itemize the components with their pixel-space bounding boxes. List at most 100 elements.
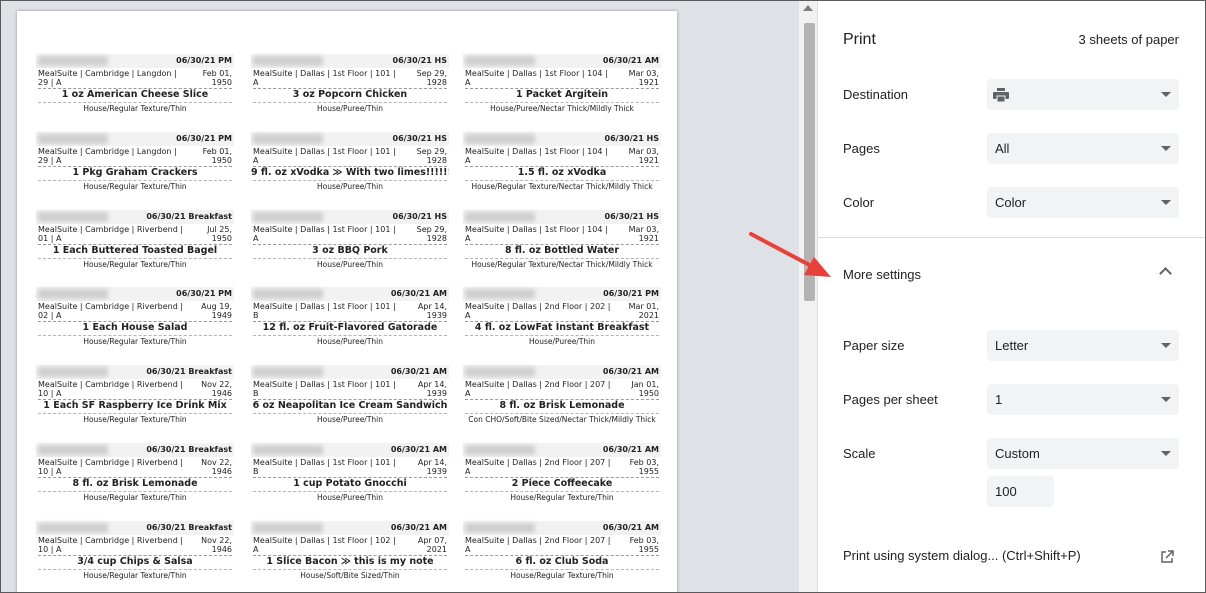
chevron-down-icon xyxy=(1161,451,1171,456)
label-location: MealSuite | Dallas | 1st Floor | 101 | A xyxy=(253,147,396,165)
label-divider xyxy=(253,569,447,570)
label-menu-item: 1 Slice Bacon ≫ this is my note xyxy=(266,556,434,567)
label-location: MealSuite | Dallas | 1st Floor | 101 | B xyxy=(253,380,396,398)
label-meal-time: 06/30/21 AM xyxy=(390,367,447,376)
meal-label-card: 06/30/21 AM MealSuite | Dallas | 1st Floo… xyxy=(251,287,449,353)
label-birthdate: Nov 22, 1946 xyxy=(201,380,232,398)
paper-size-select[interactable]: Letter xyxy=(987,330,1179,361)
color-select[interactable]: Color xyxy=(987,187,1179,218)
meal-label-card: 06/30/21 HS MealSuite | Dallas | 1st Floo… xyxy=(251,132,449,198)
print-system-dialog-link[interactable]: Print using system dialog... (Ctrl+Shift… xyxy=(843,548,1081,563)
label-location: MealSuite | Cambridge | Langdon | 29 | A xyxy=(38,147,177,165)
panel-title: Print xyxy=(843,31,876,48)
chevron-up-icon[interactable] xyxy=(1159,267,1172,280)
label-divider xyxy=(465,180,659,181)
label-meal-time: 06/30/21 HS xyxy=(604,134,659,143)
redacted-resident-name xyxy=(253,134,323,144)
label-meal-time: 06/30/21 HS xyxy=(604,212,659,221)
pages-select[interactable]: All xyxy=(987,133,1179,164)
paper-size-label: Paper size xyxy=(843,338,905,353)
label-menu-item: 3 oz BBQ Pork xyxy=(312,245,388,256)
more-settings-toggle[interactable]: More settings xyxy=(843,267,921,282)
chevron-down-icon xyxy=(1161,92,1171,97)
label-meal-time: 06/30/21 AM xyxy=(602,367,659,376)
meal-label-card: 06/30/21 HS MealSuite | Dallas | 1st Floo… xyxy=(463,132,661,198)
label-texture: House/Regular Texture/Thin xyxy=(510,571,614,580)
label-menu-item: 2 Piece Coffeecake xyxy=(511,478,613,489)
scale-label: Scale xyxy=(843,446,876,461)
label-birthdate: Jan 01, 1950 xyxy=(631,380,659,398)
label-birthdate: Apr 14, 1939 xyxy=(417,302,447,320)
pages-per-sheet-value: 1 xyxy=(995,392,1003,407)
label-divider xyxy=(253,102,447,103)
label-location: MealSuite | Dallas | 1st Floor | 101 | A xyxy=(253,225,396,243)
meal-label-card: 06/30/21 PM MealSuite | Cambridge | Langd… xyxy=(36,132,234,198)
meal-label-card: 06/30/21 PM MealSuite | Dallas | 2nd Floo… xyxy=(463,287,661,353)
meal-label-card: 06/30/21 AM MealSuite | Dallas | 1st Floo… xyxy=(251,443,449,509)
meal-label-card: 06/30/21 AM MealSuite | Dallas | 1st Floo… xyxy=(463,54,661,120)
label-texture: House/Soft/Bite Sized/Thin xyxy=(300,571,400,580)
redacted-resident-name xyxy=(253,523,323,533)
label-menu-item: 8 fl. oz Bottled Water xyxy=(504,245,620,256)
meal-label-card: 06/30/21 HS MealSuite | Dallas | 1st Floo… xyxy=(251,210,449,276)
redacted-resident-name xyxy=(38,212,108,222)
redacted-resident-name xyxy=(38,289,108,299)
label-texture: House/Puree/Thin xyxy=(316,415,384,424)
scroll-up-arrow-icon[interactable] xyxy=(803,5,813,11)
label-birthdate: Mar 01, 2021 xyxy=(628,302,659,320)
meal-label-card: 06/30/21 AM MealSuite | Dallas | 1st Floo… xyxy=(251,365,449,431)
label-texture: House/Regular Texture/Thin xyxy=(83,337,187,346)
label-location: MealSuite | Dallas | 1st Floor | 101 | B xyxy=(253,302,396,320)
label-menu-item: 1.5 fl. oz xVodka xyxy=(517,167,607,178)
label-menu-item: 1 Pkg Graham Crackers xyxy=(72,167,198,178)
redacted-resident-name xyxy=(253,289,323,299)
label-birthdate: Nov 22, 1946 xyxy=(201,536,232,554)
label-meal-time: 06/30/21 HS xyxy=(392,134,447,143)
label-menu-item: 8 fl. oz Brisk Lemonade xyxy=(72,478,198,489)
label-divider xyxy=(465,102,659,103)
label-texture: Con CHO/Soft/Bite Sized/Nectar Thick/Mil… xyxy=(468,415,656,424)
label-birthdate: Apr 14, 1939 xyxy=(417,380,447,398)
redacted-resident-name xyxy=(38,445,108,455)
label-location: MealSuite | Cambridge | Riverbend | 10 |… xyxy=(38,536,184,554)
print-settings-panel: Print 3 sheets of paper Destination Page… xyxy=(817,1,1205,592)
paper-size-value: Letter xyxy=(995,338,1029,353)
label-menu-item: 3/4 cup Chips & Salsa xyxy=(77,556,193,567)
label-birthdate: Sep 29, 1928 xyxy=(416,147,447,165)
label-divider xyxy=(38,102,232,103)
label-menu-item: 1 Each House Salad xyxy=(82,322,188,333)
scale-custom-input[interactable]: 100 xyxy=(987,476,1054,507)
meal-label-card: 06/30/21 Breakfast MealSuite | Cambridge … xyxy=(36,521,234,587)
label-divider xyxy=(38,258,232,259)
label-birthdate: Nov 22, 1946 xyxy=(201,458,232,476)
label-birthdate: Apr 14, 1939 xyxy=(417,458,447,476)
label-texture: House/Puree/Thin xyxy=(316,104,384,113)
label-birthdate: Sep 29, 1928 xyxy=(416,69,447,87)
redacted-resident-name xyxy=(38,56,108,66)
preview-scrollbar-thumb[interactable] xyxy=(804,23,815,301)
label-meal-time: 06/30/21 AM xyxy=(390,289,447,298)
label-location: MealSuite | Dallas | 1st Floor | 101 | A xyxy=(253,69,396,87)
pages-per-sheet-select[interactable]: 1 xyxy=(987,384,1179,415)
label-birthdate: Feb 01, 1950 xyxy=(202,69,232,87)
label-meal-time: 06/30/21 PM xyxy=(603,289,659,298)
redacted-resident-name xyxy=(38,367,108,377)
label-divider xyxy=(38,569,232,570)
label-meal-time: 06/30/21 PM xyxy=(176,289,232,298)
meal-label-card: 06/30/21 AM MealSuite | Dallas | 2nd Floo… xyxy=(463,365,661,431)
destination-select[interactable] xyxy=(987,79,1179,110)
pages-per-sheet-label: Pages per sheet xyxy=(843,392,938,407)
print-dialog: 06/30/21 PM MealSuite | Cambridge | Langd… xyxy=(0,0,1206,593)
label-birthdate: Mar 03, 1921 xyxy=(628,69,659,87)
open-in-new-icon[interactable] xyxy=(1160,550,1174,564)
label-birthdate: Jul 25, 1950 xyxy=(207,225,232,243)
label-divider xyxy=(465,258,659,259)
scale-select[interactable]: Custom xyxy=(987,438,1179,469)
label-meal-time: 06/30/21 HS xyxy=(392,56,447,65)
label-divider xyxy=(465,335,659,336)
print-preview-area: 06/30/21 PM MealSuite | Cambridge | Langd… xyxy=(1,1,817,592)
label-birthdate: Sep 29, 1928 xyxy=(416,225,447,243)
label-birthdate: Feb 03, 1955 xyxy=(629,536,659,554)
label-menu-item: 6 fl. oz Club Soda xyxy=(515,556,609,567)
label-texture: House/Regular Texture/Thin xyxy=(83,415,187,424)
